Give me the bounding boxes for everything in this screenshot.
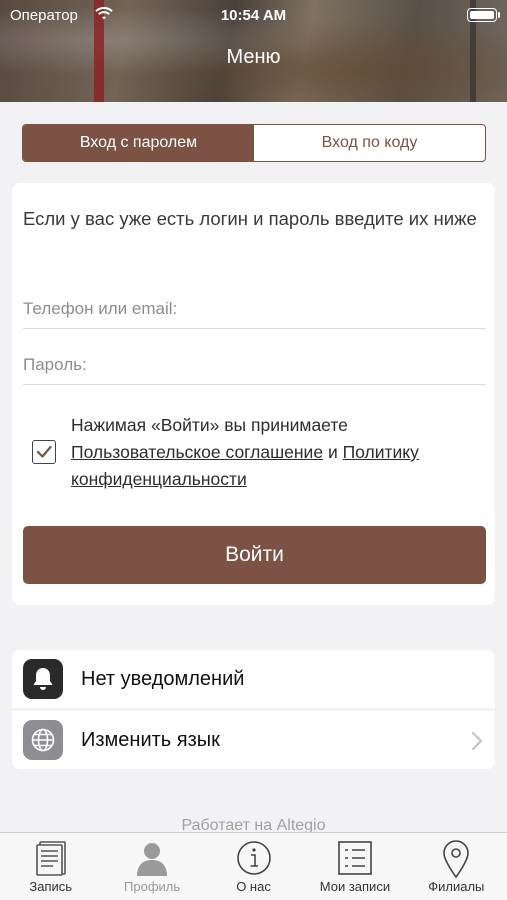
tab-booking[interactable]: Запись	[0, 833, 101, 900]
login-mode-segmented-control: Вход с паролем Вход по коду	[22, 124, 486, 162]
status-bar: Оператор 10:54 AM	[0, 0, 507, 30]
tab-bar: Запись Профиль О нас Мои записи Филиалы	[0, 832, 507, 900]
status-time: 10:54 AM	[220, 7, 287, 24]
location-pin-icon	[443, 840, 470, 879]
login-button[interactable]: Войти	[23, 526, 486, 584]
tab-code-login[interactable]: Вход по коду	[254, 125, 485, 161]
info-icon	[236, 841, 271, 875]
terms-text: Нажимая «Войти» вы принимаете Пользовате…	[71, 412, 481, 493]
tab-profile-label: Профиль	[124, 879, 181, 894]
phone-email-input[interactable]	[23, 289, 486, 328]
checkmark-icon	[36, 445, 52, 458]
tab-profile[interactable]: Профиль	[101, 833, 202, 900]
notifications-row[interactable]: Нет уведомлений	[12, 650, 495, 708]
tab-my-bookings-label: Мои записи	[319, 879, 391, 894]
battery-icon	[467, 8, 500, 22]
list-icon	[338, 841, 372, 875]
tab-branches-label: Филиалы	[428, 879, 485, 894]
tab-branches[interactable]: Филиалы	[406, 833, 507, 900]
page-title: Меню	[226, 46, 281, 68]
change-language-row[interactable]: Изменить язык	[12, 711, 495, 769]
login-intro-text: Если у вас уже есть логин и пароль введи…	[23, 208, 477, 229]
bell-icon	[23, 659, 63, 699]
tab-about[interactable]: О нас	[203, 833, 304, 900]
user-agreement-link[interactable]: Пользовательское соглашение	[71, 442, 323, 462]
tab-password-login[interactable]: Вход с паролем	[23, 125, 254, 161]
password-field-container	[23, 345, 486, 385]
login-card: Если у вас уже есть логин и пароль введи…	[12, 183, 495, 605]
tab-booking-label: Запись	[29, 879, 73, 894]
notifications-label: Нет уведомлений	[81, 667, 245, 690]
terms-and: и	[327, 442, 338, 462]
tab-about-label: О нас	[236, 879, 271, 894]
terms-checkbox[interactable]	[32, 440, 56, 464]
terms-prefix: Нажимая «Войти» вы принимаете	[71, 415, 348, 435]
tab-my-bookings[interactable]: Мои записи	[304, 833, 405, 900]
header: Оператор 10:54 AM Меню	[0, 0, 507, 102]
phone-email-field-container	[23, 289, 486, 329]
chevron-right-icon	[471, 731, 483, 751]
document-icon	[35, 841, 66, 876]
person-icon	[137, 843, 168, 876]
password-input[interactable]	[23, 345, 486, 384]
change-language-label: Изменить язык	[81, 728, 220, 751]
globe-icon	[23, 720, 63, 760]
